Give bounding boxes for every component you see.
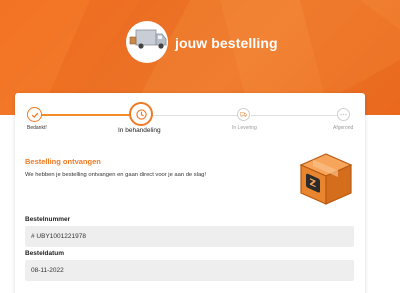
order-number-label: Bestelnummer — [25, 216, 71, 223]
step-label-in-behandeling: In behandeling — [118, 127, 161, 134]
step-label-in-levering: In Levering — [232, 125, 257, 131]
step-label-afgerond: Afgerond — [333, 125, 354, 131]
order-status-text: We hebben je bestelling ontvangen en gaa… — [25, 172, 207, 178]
step-label-bedankt: Bedankt! — [27, 125, 47, 131]
step-in-levering — [237, 108, 250, 121]
order-date-label: Besteldatum — [25, 250, 65, 257]
order-number-field: # UBY1001221978 — [25, 226, 354, 247]
package-box-icon: Z — [299, 153, 353, 205]
step-in-behandeling — [129, 102, 153, 126]
step-bedankt — [27, 107, 42, 122]
order-status-title: Bestelling ontvangen — [25, 157, 101, 166]
delivery-truck-icon — [129, 29, 167, 49]
progress-line — [251, 115, 337, 116]
progress-line-done — [35, 114, 130, 116]
check-icon — [31, 112, 38, 118]
truck-icon — [240, 112, 247, 117]
page-title: jouw bestelling — [175, 35, 278, 51]
step-afgerond — [337, 108, 350, 121]
clock-icon — [135, 108, 147, 120]
order-card: Bedankt! In behandeling In Levering Afge… — [15, 93, 365, 293]
progress-line — [153, 115, 239, 116]
order-progress-stepper: Bedankt! In behandeling In Levering Afge… — [15, 93, 365, 138]
dots-icon — [340, 113, 347, 116]
order-date-field: 08-11-2022 — [25, 260, 354, 281]
